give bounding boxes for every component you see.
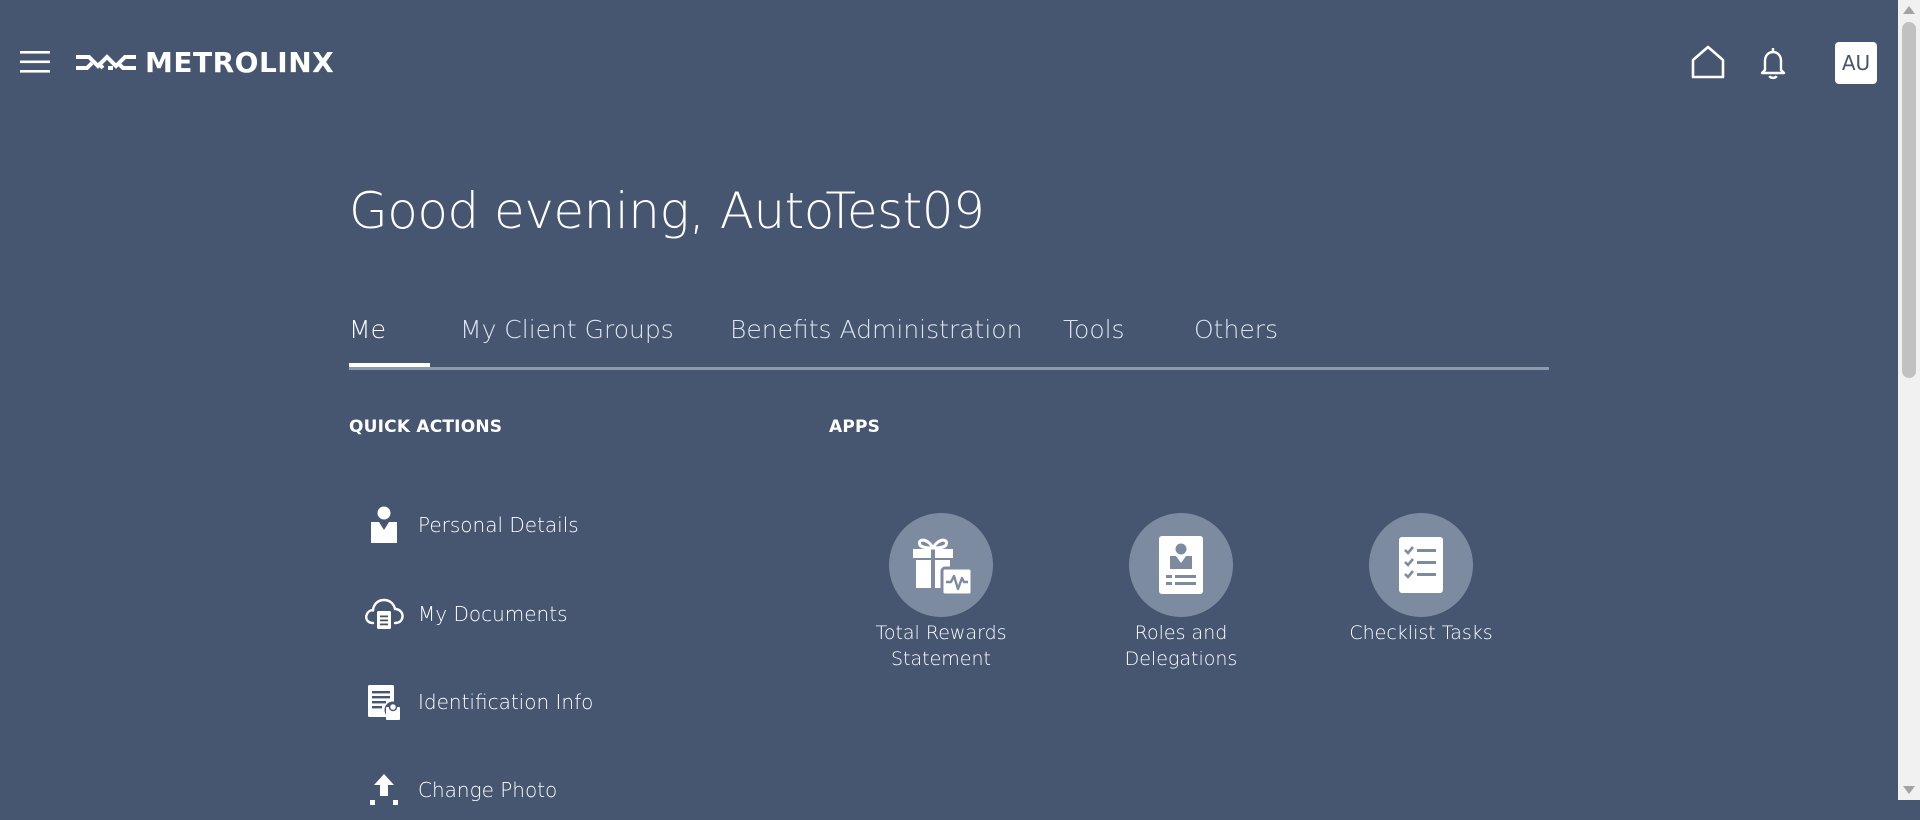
tab-tools[interactable]: Tools <box>1063 315 1125 344</box>
apps-heading: APPS <box>829 417 881 437</box>
tab-me[interactable]: Me <box>349 315 386 344</box>
user-avatar[interactable]: AU <box>1835 42 1877 84</box>
active-tab-indicator <box>349 363 430 367</box>
scroll-up-arrow-icon[interactable] <box>1903 6 1915 14</box>
scroll-down-arrow-icon[interactable] <box>1903 786 1915 794</box>
metrolinx-logo[interactable]: METROLINX <box>75 45 334 79</box>
quick-action-label: Identification Info <box>418 690 594 714</box>
scrollbar-thumb[interactable] <box>1902 22 1916 378</box>
logo-mark-icon <box>76 54 136 70</box>
id-document-icon <box>355 678 413 726</box>
cloud-document-icon <box>355 590 413 638</box>
gift-chart-icon <box>913 538 973 597</box>
quick-actions-heading: QUICK ACTIONS <box>349 417 503 437</box>
person-icon <box>355 501 413 549</box>
app-icon-tile <box>1129 513 1233 617</box>
bell-icon[interactable] <box>1757 46 1789 80</box>
app-label: Checklist Tasks <box>1349 622 1493 644</box>
app-roles-and-delegations[interactable]: Roles and Delegations <box>1081 513 1281 672</box>
badge-icon <box>1159 536 1203 594</box>
quick-action-label: Change Photo <box>418 778 558 802</box>
quick-action-change-photo[interactable]: Change Photo <box>349 760 769 820</box>
global-header: METROLINX AU <box>0 0 1898 124</box>
app-icon-tile <box>1369 513 1473 617</box>
logo-text: METROLINX <box>145 45 335 79</box>
quick-action-my-documents[interactable]: My Documents <box>349 584 769 644</box>
tab-my-client-groups[interactable]: My Client Groups <box>460 315 674 344</box>
home-icon[interactable] <box>1690 44 1726 80</box>
menu-icon[interactable] <box>20 49 50 75</box>
tab-others[interactable]: Others <box>1194 315 1278 344</box>
app-label: Roles and Delegations <box>1124 622 1238 670</box>
app-total-rewards-statement[interactable]: Total Rewards Statement <box>841 513 1041 672</box>
app-checklist-tasks[interactable]: Checklist Tasks <box>1321 513 1521 646</box>
quick-action-label: My Documents <box>418 602 568 626</box>
app-icon-tile <box>889 513 993 617</box>
quick-action-label: Personal Details <box>418 513 579 537</box>
quick-action-personal-details[interactable]: Personal Details <box>349 495 769 555</box>
app-label: Total Rewards Statement <box>875 622 1007 670</box>
navigator-tabs: Me My Client Groups Benefits Administrat… <box>349 305 1549 370</box>
upload-icon <box>355 766 413 814</box>
tab-benefits-administration[interactable]: Benefits Administration <box>730 315 1022 344</box>
greeting-title: Good evening, AutoTest09 <box>349 182 985 240</box>
page-scrollbar[interactable] <box>1898 0 1920 800</box>
checklist-icon <box>1399 537 1443 593</box>
quick-action-identification-info[interactable]: Identification Info <box>349 672 769 732</box>
